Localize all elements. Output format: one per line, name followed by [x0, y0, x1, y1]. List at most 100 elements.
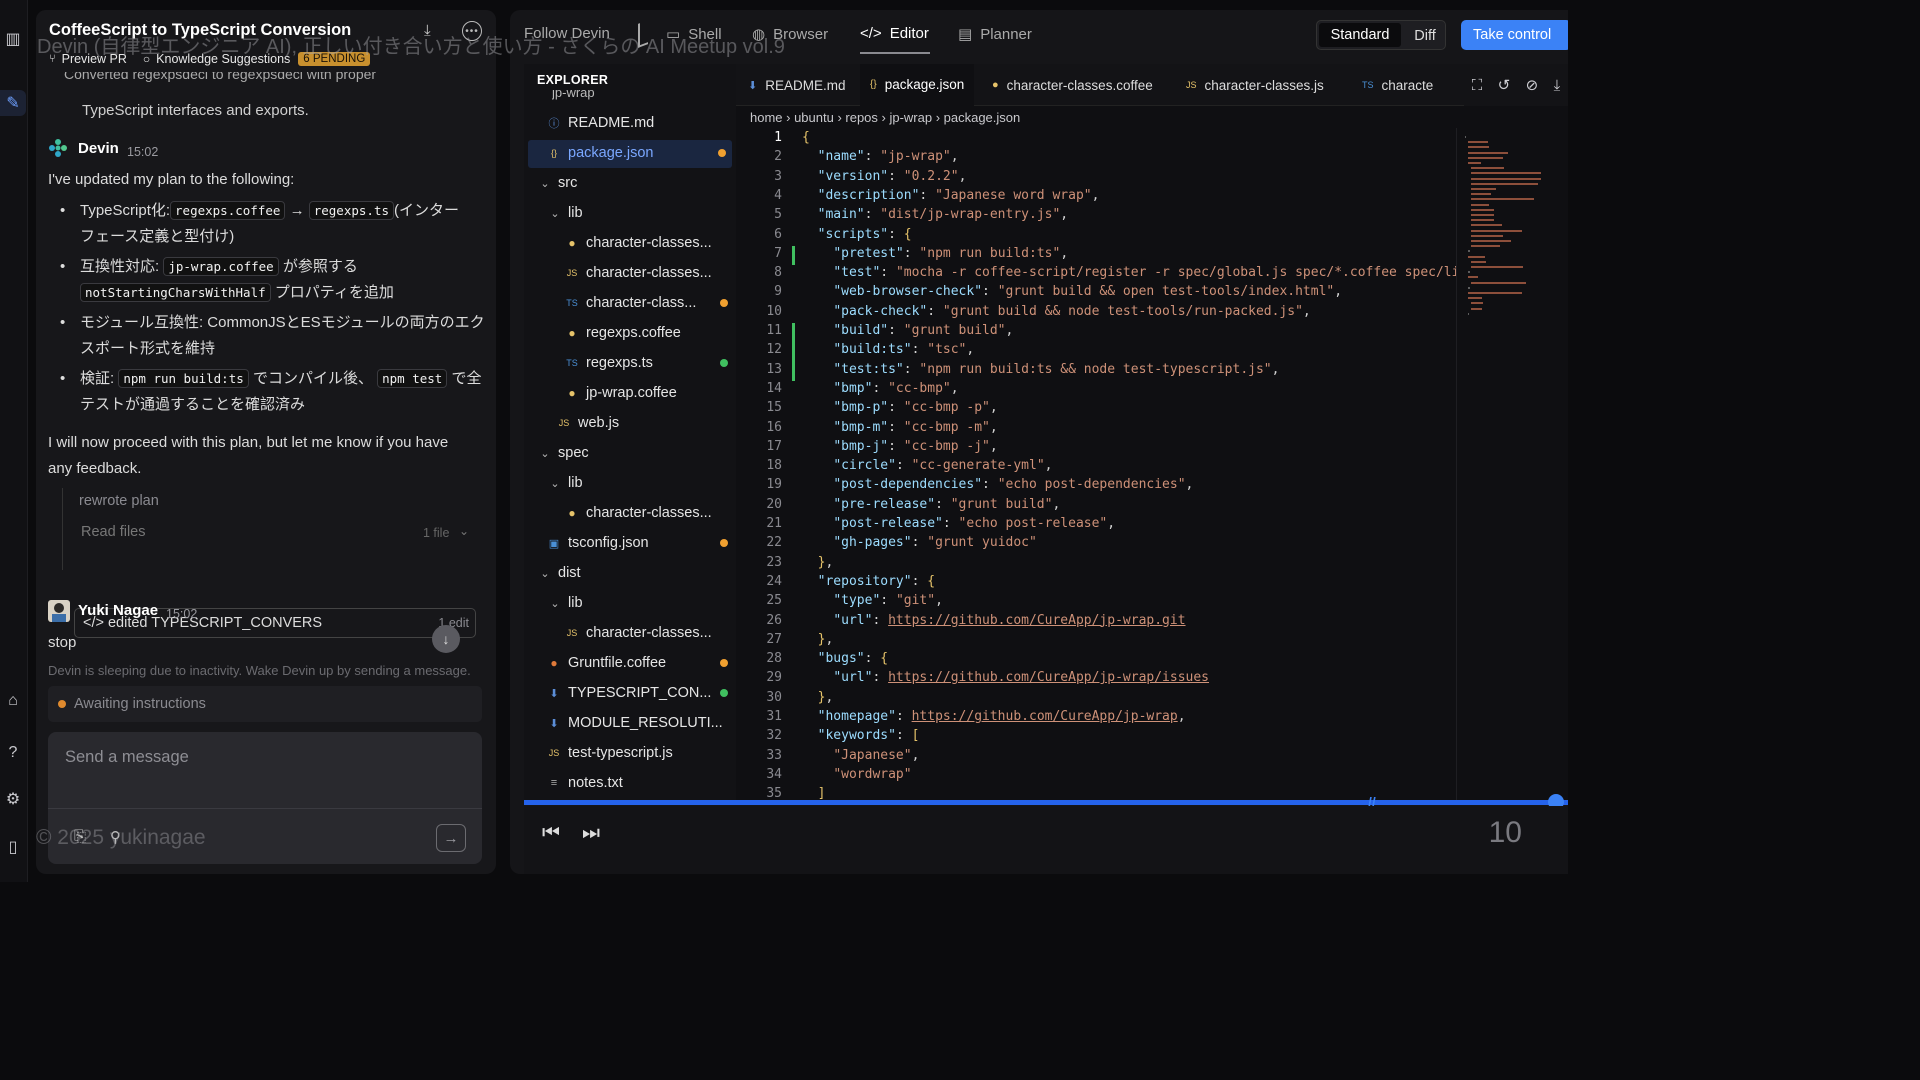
book-icon[interactable]: ▯: [0, 834, 26, 860]
file-explorer: EXPLORER jp-wrap ⓘ README.md {} package.js…: [524, 64, 736, 800]
download-icon[interactable]: ⤓: [424, 22, 442, 40]
file-tab[interactable]: ⬇ README.md: [738, 64, 855, 106]
help-icon[interactable]: ?: [0, 740, 26, 766]
gift-icon[interactable]: ⌂: [0, 688, 26, 714]
tree-file[interactable]: ● character-classes...: [564, 499, 711, 527]
action-read-files[interactable]: Read files: [81, 524, 145, 540]
tree-folder[interactable]: ⌄ lib: [548, 199, 582, 227]
tree-file[interactable]: TS regexps.ts: [564, 349, 736, 377]
diff-button[interactable]: Diff: [1405, 24, 1445, 48]
session-title: CoffeeScript to TypeScript Conversion: [49, 21, 352, 39]
minimap-line: [1468, 141, 1488, 144]
tree-file[interactable]: JS character-classes...: [564, 259, 712, 287]
step-counter: 10: [1488, 816, 1522, 849]
tree-folder[interactable]: ⌄ spec: [538, 439, 588, 467]
tree-folder[interactable]: ⌄ lib: [548, 469, 582, 497]
code-line: "pack-check": "grunt build && node test-…: [833, 303, 1311, 319]
history-icon[interactable]: ↺: [1498, 76, 1511, 94]
explorer-title: EXPLORER: [537, 73, 609, 87]
code-line: {: [802, 130, 810, 145]
edit-icon[interactable]: ✎: [0, 90, 26, 116]
file-tabs: ⬇ README.md {} package.json ● character-cla…: [736, 64, 1568, 106]
take-control-button[interactable]: Take control: [1461, 20, 1568, 50]
step-back-icon[interactable]: ⏮: [542, 822, 560, 845]
tree-file[interactable]: ● Gruntfile.coffee: [546, 649, 736, 677]
line-number: 7: [774, 245, 782, 261]
line-number: 12: [766, 342, 782, 358]
chat-header: CoffeeScript to TypeScript Conversion ⤓ …: [36, 10, 496, 72]
tree-file[interactable]: TS character-class...: [564, 289, 736, 317]
more-options-icon[interactable]: •••: [462, 21, 482, 41]
grunt-icon: ●: [550, 656, 558, 670]
send-button[interactable]: →: [436, 824, 466, 852]
chevron-down-icon[interactable]: ⌄: [459, 524, 469, 538]
line-number: 19: [766, 477, 782, 493]
tree-file[interactable]: ⬇ TYPESCRIPT_CON...: [546, 679, 736, 707]
step-forward-icon[interactable]: ⏭: [582, 822, 600, 845]
pending-badge[interactable]: 6 PENDING: [298, 52, 371, 66]
workspace-tabs: Follow Devin ▭ Shell ◍ Browser </> Editor ▤…: [510, 10, 1568, 62]
dashboard-icon[interactable]: ▥: [0, 26, 26, 52]
user-name: Yuki Nagae: [78, 602, 159, 619]
modified-dot: [720, 539, 728, 547]
code-line: "wordwrap": [833, 766, 912, 782]
tree-file[interactable]: ● jp-wrap.coffee: [564, 379, 676, 407]
workspace-panel: Follow Devin ▭ Shell ◍ Browser </> Editor ▤…: [510, 10, 1568, 874]
minimap-line: [1468, 297, 1483, 300]
diff-toggle-icon[interactable]: ⊘: [1526, 76, 1539, 94]
minimap-line: [1468, 146, 1489, 149]
playback-bar: ⏮ ⏭ 10: [524, 806, 1568, 874]
modified-dot: [720, 299, 728, 307]
read-files-count: 1 file: [423, 526, 450, 540]
status-bar: Awaiting instructions: [48, 686, 482, 722]
tree-file[interactable]: ⬇ MODULE_RESOLUTI...: [546, 709, 722, 737]
file-tab[interactable]: ● character-classes.coffee: [982, 64, 1163, 106]
action-rewrote-plan[interactable]: rewrote plan: [79, 493, 159, 509]
line-number: 31: [766, 709, 782, 724]
tree-file[interactable]: ▣ tsconfig.json: [546, 529, 736, 557]
timeline-progress[interactable]: [524, 800, 1568, 805]
tree-file[interactable]: JS character-classes...: [564, 619, 712, 647]
chevron-down-icon: ⌄: [550, 207, 560, 220]
tab-follow-devin[interactable]: Follow Devin: [524, 25, 610, 42]
line-number: 14: [766, 380, 782, 396]
tree-folder[interactable]: ⌄ dist: [538, 559, 580, 587]
code-line: "build:ts": "tsc",: [833, 342, 975, 358]
expand-icon[interactable]: ⛶: [1472, 77, 1483, 94]
tab-browser[interactable]: ◍ Browser: [752, 25, 828, 44]
file-tab[interactable]: JS character-classes.js: [1176, 64, 1334, 106]
plan-list: TypeScript化:regexps.coffee → regexps.ts(…: [56, 198, 486, 422]
line-number: 25: [766, 593, 782, 609]
tree-file[interactable]: ● regexps.coffee: [564, 319, 680, 347]
js-icon: JS: [566, 628, 578, 638]
code-line: "circle": "cc-generate-yml",: [833, 458, 1053, 474]
file-tab[interactable]: TS characte: [1352, 64, 1472, 106]
tab-editor[interactable]: </> Editor: [860, 25, 929, 42]
tree-file[interactable]: ⓘ README.md: [546, 109, 655, 137]
tree-folder[interactable]: ⌄ src: [538, 169, 577, 197]
settings-icon[interactable]: ⚙: [0, 786, 26, 812]
minimap[interactable]: [1456, 128, 1568, 800]
tree-file[interactable]: JS test-typescript.js: [546, 739, 673, 767]
code-view[interactable]: 1 {2 "name": "jp-wrap", 3 "version": "0.2.…: [736, 128, 1456, 800]
code-line: "pre-release": "grunt build",: [833, 496, 1061, 512]
tree-file[interactable]: ● character-classes...: [564, 229, 711, 257]
markdown-icon: ⬇: [549, 717, 559, 730]
message-input[interactable]: Send a message: [65, 748, 189, 767]
devin-avatar-icon: [48, 138, 68, 158]
tab-shell[interactable]: ▭ Shell: [666, 25, 722, 44]
tree-file[interactable]: JS web.js: [556, 409, 619, 437]
tree-file-selected[interactable]: {} package.json: [546, 139, 736, 167]
file-tab-active[interactable]: {} package.json: [860, 64, 975, 106]
follow-toggle-icon[interactable]: [638, 20, 648, 48]
scroll-down-icon[interactable]: ↓: [432, 625, 460, 653]
tree-folder[interactable]: ⌄ lib: [548, 589, 582, 617]
coffee-icon: ●: [568, 506, 576, 520]
tree-file[interactable]: ≡ notes.txt: [546, 769, 623, 797]
standard-button[interactable]: Standard: [1319, 23, 1401, 47]
knowledge-link[interactable]: Knowledge Suggestions: [156, 52, 290, 66]
chevron-down-icon: ⌄: [540, 567, 550, 580]
preview-pr-link[interactable]: Preview PR: [62, 52, 127, 66]
tab-planner[interactable]: ▤ Planner: [958, 25, 1032, 44]
download-icon[interactable]: ⤓: [1554, 77, 1561, 94]
